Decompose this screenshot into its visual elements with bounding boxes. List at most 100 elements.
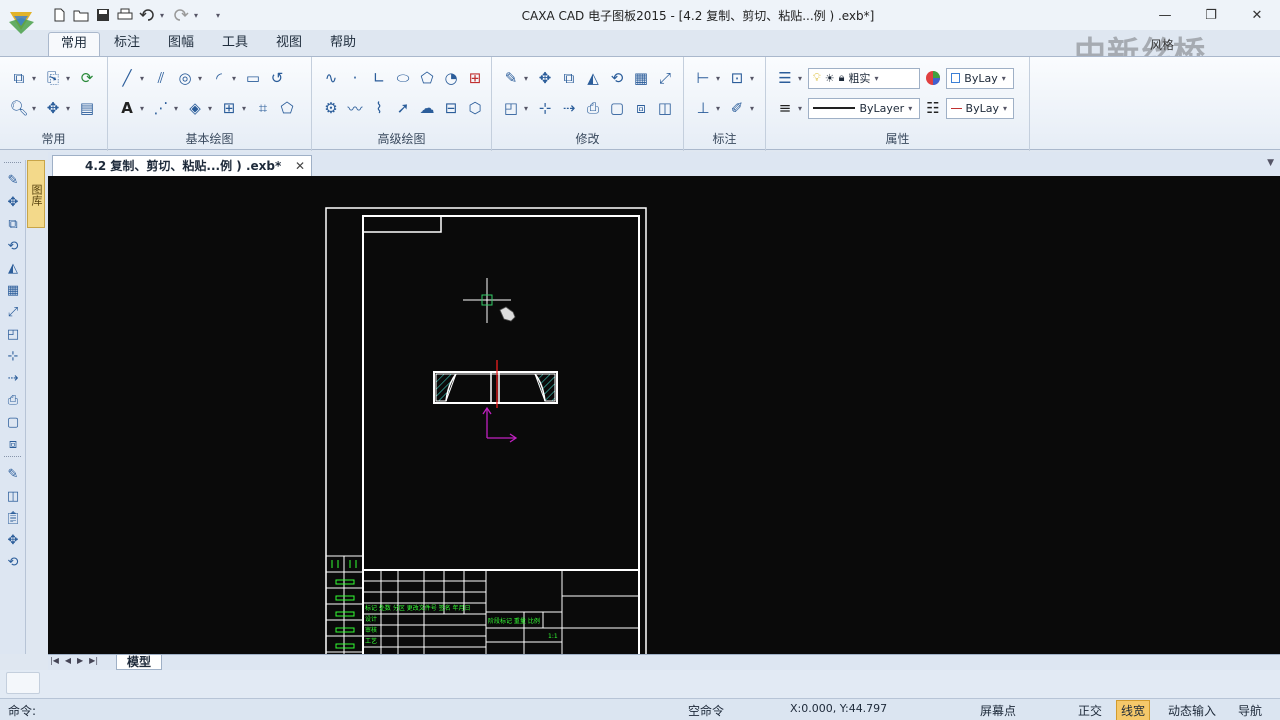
table-insert-icon[interactable]: ⊞ bbox=[464, 67, 486, 89]
close-tab-icon[interactable]: ✕ bbox=[295, 156, 305, 176]
copy-objects-icon[interactable]: ⧉ bbox=[2, 214, 24, 234]
layer-manager-icon[interactable]: ☰ bbox=[774, 67, 796, 89]
command-prompt[interactable]: 命令: bbox=[8, 702, 36, 719]
library-side-tab[interactable]: 图库 bbox=[27, 160, 45, 228]
dropdown-icon[interactable]: ▾ bbox=[66, 74, 74, 83]
tolerance-icon[interactable]: ⊥ bbox=[692, 97, 714, 119]
extend-icon[interactable]: ⇢ bbox=[2, 368, 24, 388]
dropdown-icon[interactable]: ▾ bbox=[174, 104, 182, 113]
tab-list-dropdown-icon[interactable]: ▼ bbox=[1267, 158, 1274, 168]
dropdown-icon[interactable]: ▾ bbox=[242, 104, 250, 113]
circle-icon[interactable]: ◎ bbox=[174, 67, 196, 89]
stretch-icon[interactable]: ⧈ bbox=[630, 97, 652, 119]
scale-icon[interactable]: ⤢ bbox=[654, 67, 676, 89]
mirror-icon[interactable]: ◭ bbox=[2, 258, 24, 278]
array-icon[interactable]: ▦ bbox=[630, 67, 652, 89]
hatch-icon[interactable]: ◈ bbox=[184, 97, 206, 119]
tab-view[interactable]: 视图 bbox=[264, 32, 314, 56]
shape-icon[interactable]: ⬠ bbox=[276, 97, 298, 119]
dropdown-icon[interactable]: ▾ bbox=[140, 74, 148, 83]
arc-icon[interactable]: ◜ bbox=[208, 67, 230, 89]
paste-icon[interactable]: 📋︎ bbox=[2, 508, 24, 528]
rectangle-icon[interactable]: ▭ bbox=[242, 67, 264, 89]
polyline-icon[interactable]: ↺ bbox=[266, 67, 288, 89]
minimize-button[interactable]: — bbox=[1142, 0, 1188, 30]
tab-annotate[interactable]: 标注 bbox=[102, 32, 152, 56]
wave-icon[interactable]: 〰 bbox=[344, 97, 366, 119]
trim-icon[interactable]: ⊹ bbox=[2, 346, 24, 366]
copy-icon[interactable]: ⎘ bbox=[42, 67, 64, 89]
gear-icon[interactable]: ⚙ bbox=[320, 97, 342, 119]
color-wheel-icon[interactable] bbox=[922, 67, 944, 89]
break-line-icon[interactable]: ⌇ bbox=[368, 97, 390, 119]
dimension-icon[interactable]: ⊢ bbox=[692, 67, 714, 89]
break-icon[interactable]: ⎙ bbox=[2, 390, 24, 410]
mirror-icon[interactable]: ◭ bbox=[582, 67, 604, 89]
edit-annotation-icon[interactable]: ✐ bbox=[726, 97, 748, 119]
block-icon[interactable]: ⊞ bbox=[218, 97, 240, 119]
toolbar-grip[interactable] bbox=[4, 162, 21, 168]
move-icon[interactable]: ✥ bbox=[2, 192, 24, 212]
close-button[interactable]: ✕ bbox=[1234, 0, 1280, 30]
snap-mode-button[interactable]: 屏幕点 bbox=[976, 702, 1020, 719]
text-icon[interactable]: A bbox=[116, 97, 138, 119]
dropdown-icon[interactable]: ▾ bbox=[750, 104, 758, 113]
dropdown-icon[interactable]: ▾ bbox=[32, 104, 40, 113]
lineweight-icon[interactable]: ☷ bbox=[922, 97, 944, 119]
parallel-line-icon[interactable]: ⫽ bbox=[150, 67, 172, 89]
dropdown-icon[interactable]: ▾ bbox=[798, 74, 806, 83]
regenerate-icon[interactable]: ⟳ bbox=[76, 67, 98, 89]
pan-icon[interactable]: ✥ bbox=[2, 530, 24, 550]
centerline-icon[interactable]: ⋰ bbox=[150, 97, 172, 119]
erase-icon[interactable]: ✎ bbox=[500, 67, 522, 89]
rotate-icon[interactable]: ⟲ bbox=[2, 236, 24, 256]
arrow-icon[interactable]: ➚ bbox=[392, 97, 414, 119]
next-sheet-icon[interactable]: ▶ bbox=[77, 656, 83, 665]
angle-line-icon[interactable]: ∟ bbox=[368, 67, 390, 89]
trim-icon[interactable]: ⊹ bbox=[534, 97, 556, 119]
lineweight-toggle[interactable]: 线宽 bbox=[1116, 700, 1151, 720]
break-icon[interactable]: ⎙ bbox=[582, 97, 604, 119]
explode-icon[interactable]: ▢ bbox=[2, 412, 24, 432]
command-history-box[interactable] bbox=[6, 672, 40, 694]
dropdown-icon[interactable]: ▾ bbox=[32, 74, 40, 83]
extend-icon[interactable]: ⇢ bbox=[558, 97, 580, 119]
dynamic-input-toggle[interactable]: 动态输入 bbox=[1164, 702, 1220, 719]
last-sheet-icon[interactable]: ▶| bbox=[89, 656, 98, 665]
dropdown-icon[interactable]: ▾ bbox=[524, 104, 532, 113]
stretch-icon[interactable]: ⧈ bbox=[2, 434, 24, 454]
frame-icon[interactable]: ⌗ bbox=[252, 97, 274, 119]
tab-help[interactable]: 帮助 bbox=[318, 32, 368, 56]
dropdown-icon[interactable]: ▾ bbox=[140, 104, 148, 113]
dropdown-icon[interactable]: ▾ bbox=[524, 74, 532, 83]
image-icon[interactable]: ◔ bbox=[440, 67, 462, 89]
prev-sheet-icon[interactable]: ◀ bbox=[65, 656, 71, 665]
document-tab[interactable]: 4.2 复制、剪切、粘贴...例 ) .exb* ✕ bbox=[52, 155, 312, 176]
outline-icon[interactable]: ⬡ bbox=[464, 97, 486, 119]
properties-icon[interactable]: ⧉ bbox=[8, 67, 30, 89]
hole-icon[interactable]: ⊟ bbox=[440, 97, 462, 119]
spline-icon[interactable]: ∿ bbox=[320, 67, 342, 89]
erase-icon[interactable]: ✎ bbox=[2, 170, 24, 190]
rotate-icon[interactable]: ⟲ bbox=[606, 67, 628, 89]
ortho-toggle[interactable]: 正交 bbox=[1074, 702, 1106, 719]
erase-icon[interactable]: ✎ bbox=[2, 464, 24, 484]
fillet-icon[interactable]: ◰ bbox=[500, 97, 522, 119]
layer-select[interactable]: 💡︎ ☀ 🔒︎ 粗实 ▾ bbox=[808, 67, 920, 89]
model-sheet-tab[interactable]: 模型 bbox=[116, 655, 163, 670]
move-icon[interactable]: ✥ bbox=[534, 67, 556, 89]
dropdown-icon[interactable]: ▾ bbox=[66, 104, 74, 113]
line-icon[interactable]: ╱ bbox=[116, 67, 138, 89]
explode-icon[interactable]: ▢ bbox=[606, 97, 628, 119]
dropdown-icon[interactable]: ▾ bbox=[198, 74, 206, 83]
restore-button[interactable]: ❐ bbox=[1188, 0, 1234, 30]
point-icon[interactable]: · bbox=[344, 67, 366, 89]
color-select[interactable]: ByLay ▾ bbox=[946, 67, 1014, 89]
dropdown-icon[interactable]: ▾ bbox=[232, 74, 240, 83]
copy-objects-icon[interactable]: ⧉ bbox=[558, 67, 580, 89]
zoom-icon[interactable]: 🔍︎ bbox=[8, 97, 30, 119]
offset-icon[interactable]: ◫ bbox=[654, 97, 676, 119]
scale-icon[interactable]: ⤢ bbox=[2, 302, 24, 322]
linetype-select[interactable]: ByLayer ▾ bbox=[808, 97, 920, 119]
dropdown-icon[interactable]: ▾ bbox=[716, 74, 724, 83]
